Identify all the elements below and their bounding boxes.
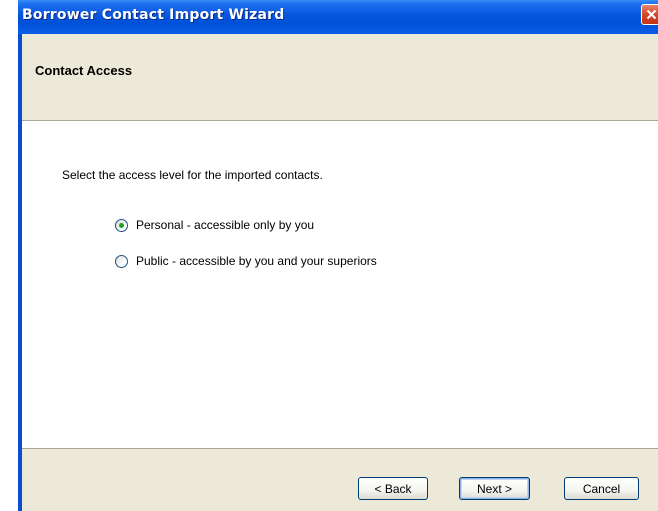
close-icon <box>646 9 657 20</box>
close-button[interactable] <box>641 4 658 25</box>
radio-option-personal[interactable]: Personal - accessible only by you <box>115 218 314 232</box>
radio-button-public[interactable] <box>115 254 128 268</box>
wizard-body: Select the access level for the imported… <box>22 121 658 448</box>
wizard-footer: < Back Next > Cancel <box>22 448 658 511</box>
wizard-window: Borrower Contact Import Wizard Contact A… <box>18 0 658 511</box>
page-title: Contact Access <box>35 63 133 78</box>
radio-button-personal[interactable] <box>115 218 128 232</box>
window-title: Borrower Contact Import Wizard <box>22 7 285 23</box>
radio-label-public[interactable]: Public - accessible by you and your supe… <box>136 254 377 268</box>
cancel-button[interactable]: Cancel <box>564 477 639 500</box>
back-button[interactable]: < Back <box>358 477 428 500</box>
radio-label-personal[interactable]: Personal - accessible only by you <box>136 218 314 232</box>
title-bar[interactable]: Borrower Contact Import Wizard <box>18 0 658 34</box>
next-button[interactable]: Next > <box>459 477 530 500</box>
instruction-text: Select the access level for the imported… <box>62 168 323 182</box>
wizard-header: Contact Access <box>22 34 658 121</box>
radio-option-public[interactable]: Public - accessible by you and your supe… <box>115 254 377 268</box>
